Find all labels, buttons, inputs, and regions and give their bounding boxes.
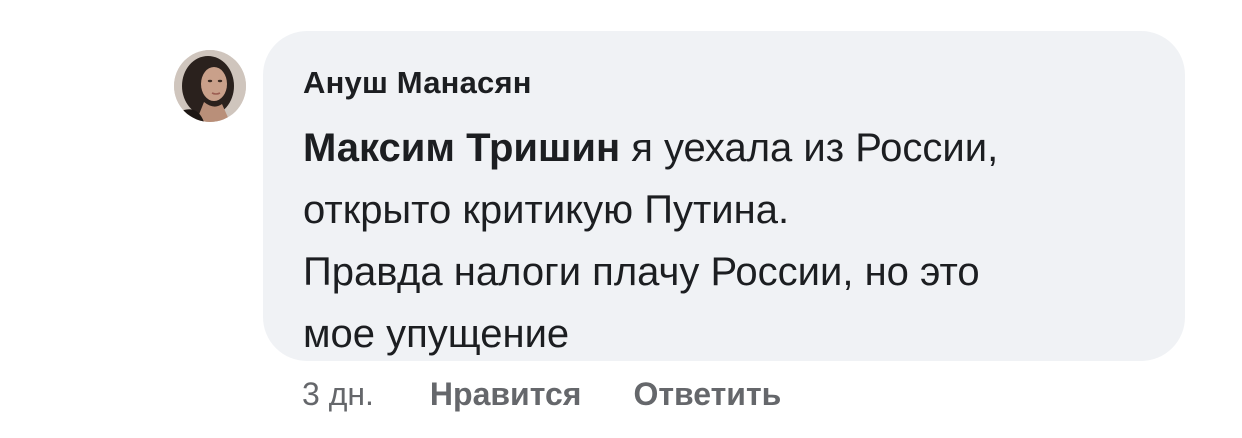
comment-line-3: Правда налоги плачу России, но это <box>303 250 980 294</box>
comment-timestamp[interactable]: 3 дн. <box>302 376 374 413</box>
reply-button[interactable]: Ответить <box>633 376 781 413</box>
comment: Ануш Манасян Максим Тришин я уехала из Р… <box>0 0 1242 438</box>
comment-line-2: открыто критикую Путина. <box>303 188 790 232</box>
comment-line-1-text: я уехала из России, <box>620 126 999 170</box>
comment-bubble: Ануш Манасян Максим Тришин я уехала из Р… <box>263 31 1185 361</box>
like-button[interactable]: Нравится <box>430 376 582 413</box>
comment-line-1: Максим Тришин я уехала из России, <box>303 117 1163 179</box>
avatar[interactable] <box>174 50 246 122</box>
comment-author[interactable]: Ануш Манасян <box>303 63 1147 103</box>
mention-link[interactable]: Максим Тришин <box>303 126 620 170</box>
comment-actions: 3 дн. Нравится Ответить <box>302 372 833 416</box>
user-photo-icon <box>174 50 246 122</box>
comment-text: Максим Тришин я уехала из России, открыт… <box>303 117 1163 365</box>
comment-line-4: мое упущение <box>303 312 570 356</box>
